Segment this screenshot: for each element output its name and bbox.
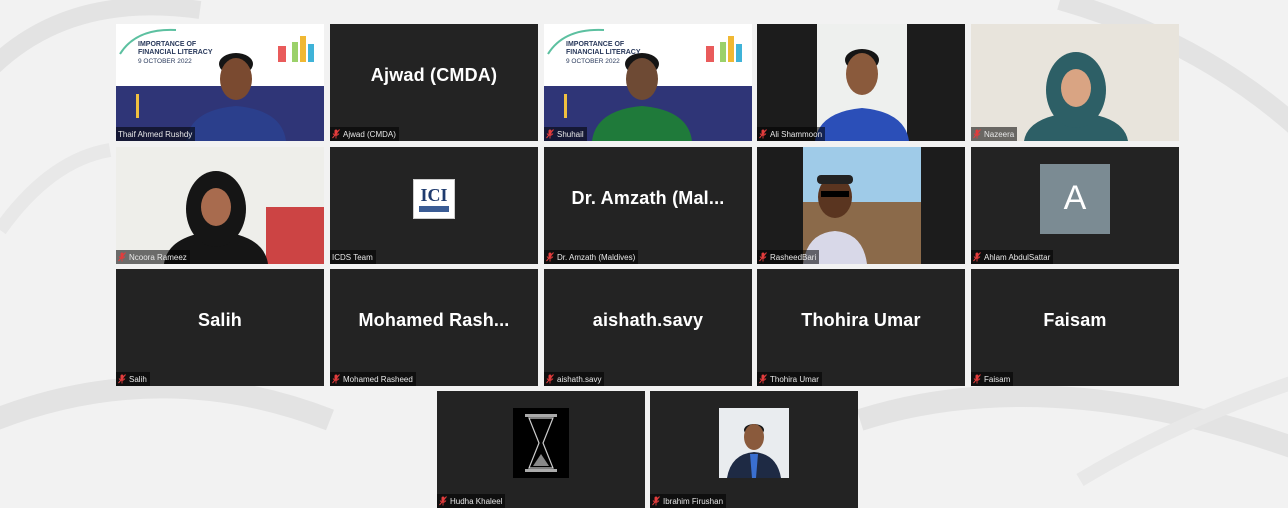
mic-muted-icon <box>546 129 554 139</box>
participant-tile-thaif-ahmed-rushdy[interactable]: IMPORTANCE OF FINANCIAL LITERACY 9 OCTOBER… <box>116 24 324 141</box>
participant-name-label: Ajwad (CMDA) <box>330 127 399 141</box>
avatar: A <box>1040 163 1110 234</box>
participant-tile-ali-shammoon[interactable]: Ali Shammoon <box>757 24 965 141</box>
participant-tile-icds-team[interactable]: ICI ICDS Team <box>330 147 538 264</box>
banner-date: 9 OCTOBER 2022 <box>138 58 192 65</box>
banner-title-line2: FINANCIAL LITERACY <box>566 49 641 56</box>
banner-title-line2: FINANCIAL LITERACY <box>138 49 213 56</box>
participant-name-label: Dr. Amzath (Maldives) <box>544 250 639 264</box>
mic-muted-icon <box>332 374 340 384</box>
participant-tile-shuhail[interactable]: IMPORTANCE OF FINANCIAL LITERACY 9 OCTOBER… <box>544 24 752 141</box>
mic-muted-icon <box>973 129 981 139</box>
portrait-profile-photo <box>719 407 789 478</box>
participant-display-name: Salih <box>197 310 242 330</box>
participant-tile-aishath-savy[interactable]: aishath.savy aishath.savy <box>544 269 752 386</box>
participant-display-name: Thohira Umar <box>801 310 921 330</box>
camera-video <box>971 24 1179 141</box>
participant-name: aishath.savy <box>557 374 602 384</box>
participant-display-name: Faisam <box>1043 310 1107 330</box>
participant-name: Dr. Amzath (Maldives) <box>557 252 636 262</box>
participant-name: Mohamed Rasheed <box>343 374 413 384</box>
participant-name: Ahlam AbdulSattar <box>984 252 1051 262</box>
participant-tile-hudha-khaleel[interactable]: Hudha Khaleel <box>437 391 645 508</box>
participant-name: Salih <box>129 374 147 384</box>
participant-tile-nazeera[interactable]: Nazeera <box>971 24 1179 141</box>
participant-name-label: Mohamed Rasheed <box>330 372 416 386</box>
participant-name: Ali Shammoon <box>770 129 823 139</box>
mic-muted-icon <box>759 129 767 139</box>
participant-tile-ncoora-rameez[interactable]: Ncoora Rameez <box>116 147 324 264</box>
participant-name: Ncoora Rameez <box>129 252 187 262</box>
mic-muted-icon <box>118 252 126 262</box>
icds-logo: ICI <box>413 178 455 219</box>
camera-video <box>815 24 909 141</box>
participant-display-name: aishath.savy <box>592 310 704 330</box>
banner-date: 9 OCTOBER 2022 <box>566 58 620 65</box>
participant-tile-salih[interactable]: Salih Salih <box>116 269 324 386</box>
participant-tile-dr-amzath-maldives[interactable]: Dr. Amzath (Mal... Dr. Amzath (Maldives) <box>544 147 752 264</box>
camera-video <box>116 147 324 264</box>
participant-display-name: Dr. Amzath (Mal... <box>571 188 725 208</box>
mic-muted-icon <box>439 496 447 506</box>
participant-name: Ajwad (CMDA) <box>343 129 396 139</box>
participant-tile-ahlam-abdulsattar[interactable]: A Ahlam AbdulSattar <box>971 147 1179 264</box>
banner-title-line1: IMPORTANCE OF <box>138 41 197 48</box>
logo-bar <box>419 205 449 212</box>
hourglass-profile-photo <box>513 407 569 478</box>
participant-name: Faisam <box>984 374 1011 384</box>
participant-name-label: Faisam <box>971 372 1014 386</box>
participant-name: ICDS Team <box>332 252 373 262</box>
mic-muted-icon <box>759 252 767 262</box>
participant-name: Thohira Umar <box>770 374 819 384</box>
mic-muted-icon <box>973 252 981 262</box>
mic-muted-icon <box>332 129 340 139</box>
participant-name-label: Ali Shammoon <box>757 127 826 141</box>
participant-display-name: Ajwad (CMDA) <box>370 65 498 85</box>
participant-name-label: RasheedBari <box>757 250 820 264</box>
participant-name-label: Thohira Umar <box>757 372 822 386</box>
participant-name-label: aishath.savy <box>544 372 605 386</box>
participant-name-label: Ahlam AbdulSattar <box>971 250 1054 264</box>
participant-tile-thohira-umar[interactable]: Thohira Umar Thohira Umar <box>757 269 965 386</box>
camera-video <box>803 147 921 264</box>
participant-tile-rasheedbari[interactable]: RasheedBari <box>757 147 965 264</box>
mic-muted-icon <box>118 374 126 384</box>
participant-tile-ibrahim-firushan[interactable]: Ibrahim Firushan <box>650 391 858 508</box>
participant-name: Thaif Ahmed Rushdy <box>118 129 193 139</box>
participant-name-label: Shuhail <box>544 127 587 141</box>
participant-tile-ajwad-cmda[interactable]: Ajwad (CMDA) Ajwad (CMDA) <box>330 24 538 141</box>
participant-name: Shuhail <box>557 129 584 139</box>
participant-tile-mohamed-rasheed[interactable]: Mohamed Rash... Mohamed Rasheed <box>330 269 538 386</box>
participant-name: Ibrahim Firushan <box>663 496 724 506</box>
participant-name: Nazeera <box>984 129 1015 139</box>
participant-name-label: Salih <box>116 372 150 386</box>
logo-text: ICI <box>420 184 448 205</box>
mic-muted-icon <box>652 496 660 506</box>
participant-name-label: Ncoora Rameez <box>116 250 190 264</box>
participant-name-label: ICDS Team <box>330 250 376 264</box>
mic-muted-icon <box>973 374 981 384</box>
participant-name: RasheedBari <box>770 252 817 262</box>
participant-name-label: Thaif Ahmed Rushdy <box>116 127 196 141</box>
participant-name-label: Nazeera <box>971 127 1018 141</box>
participant-display-name: Mohamed Rash... <box>358 310 510 330</box>
mic-muted-icon <box>546 374 554 384</box>
banner-title-line1: IMPORTANCE OF <box>566 41 625 48</box>
mic-muted-icon <box>546 252 554 262</box>
participant-tile-faisam[interactable]: Faisam Faisam <box>971 269 1179 386</box>
mic-muted-icon <box>759 374 767 384</box>
participant-name: Hudha Khaleel <box>450 496 503 506</box>
